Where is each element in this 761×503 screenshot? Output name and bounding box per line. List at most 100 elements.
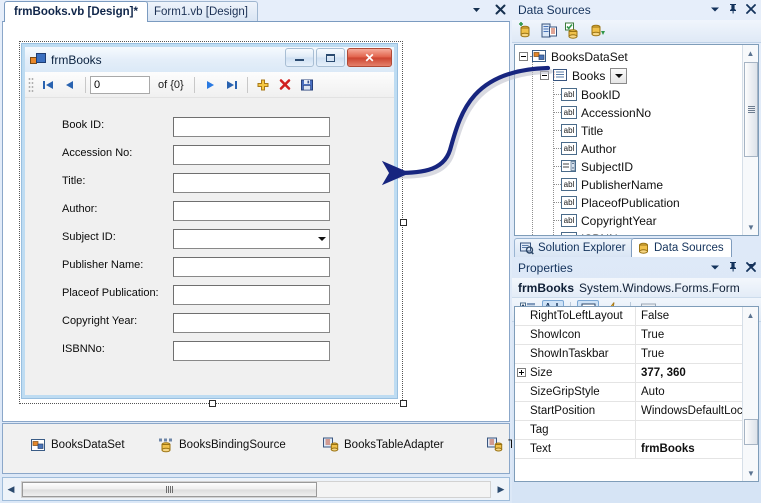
minimize-icon[interactable] [285,48,314,67]
property-row[interactable]: ShowIcon True [515,325,758,345]
property-value[interactable]: frmBooks [635,439,758,459]
property-value[interactable]: Auto [635,382,758,402]
properties-grid[interactable]: RightToLeftLayout False ShowIcon True Sh… [514,306,759,482]
tree-node-copyrightyear[interactable]: abl CopyrightYear [553,211,657,230]
tab-solution-explorer[interactable]: Solution Explorer [514,238,634,257]
isbnno-input[interactable] [173,341,330,361]
chevron-down-icon[interactable] [318,237,326,241]
collapse-expander[interactable] [519,52,528,61]
scroll-down-icon[interactable]: ▼ [743,465,758,481]
tray-item-booksdataset[interactable]: BooksDataSet [30,437,125,453]
tree-node-title[interactable]: abl Title [553,121,603,140]
resize-handle-bottom-center[interactable] [209,400,216,407]
scroll-down-icon[interactable]: ▼ [743,219,758,235]
properties-vertical-scrollbar[interactable]: ▲ ▼ [742,307,758,481]
bookid-input[interactable] [173,117,330,137]
property-value[interactable]: True [635,344,758,364]
hscroll-thumb[interactable] [22,481,317,497]
chevron-down-icon[interactable] [710,4,720,17]
tree-node-isbnno[interactable]: abl ISBNNo [561,229,624,235]
property-value[interactable]: True [635,325,758,345]
tab-data-sources[interactable]: Data Sources [631,238,732,257]
property-value[interactable]: 377, 360 [635,363,758,383]
move-next-icon[interactable] [199,74,221,96]
tree-node-subjectid[interactable]: SubjectID [553,157,633,176]
properties-object-selector[interactable]: frmBooks System.Windows.Forms.Form [512,264,761,298]
chevron-down-icon[interactable] [610,67,628,84]
tableadapter-icon [487,437,503,453]
chevron-down-icon[interactable] [748,264,756,268]
tray-item-booksbindingsource[interactable]: BooksBindingSource [158,437,286,453]
scroll-thumb[interactable] [744,62,758,157]
subjectid-combobox[interactable] [173,229,330,249]
scroll-up-icon[interactable]: ▲ [743,307,758,323]
table-icon [552,68,568,84]
tab-form1-design[interactable]: Form1.vb [Design] [144,1,258,21]
add-new-data-source-icon[interactable] [516,21,536,41]
designer-horizontal-scrollbar[interactable]: ◀ ▶ [2,477,510,501]
data-sources-tree[interactable]: BooksDataSet Books abl BookID abl Access… [514,44,759,236]
arrow-left-icon[interactable]: ◀ [3,481,19,497]
tab-frmbooks-design[interactable]: frmBooks.vb [Design]* [4,1,148,22]
data-sources-vertical-scrollbar[interactable]: ▲ ▼ [742,45,758,235]
tree-node-booksdataset[interactable]: BooksDataSet [519,47,628,66]
row-expander-icon[interactable] [515,367,528,379]
delete-icon[interactable] [274,74,296,96]
publishername-input[interactable] [173,257,330,277]
add-icon[interactable] [252,74,274,96]
placeofpublication-input[interactable] [173,285,330,305]
configure-datasource-icon[interactable] [564,22,584,41]
author-input[interactable] [173,201,330,221]
toolbar-grip[interactable] [28,76,34,93]
designed-form[interactable]: frmBooks ✕ 0 of {0} Book ID: Accession N… [21,43,398,399]
property-value[interactable]: WindowsDefaultLoc [635,401,758,421]
arrow-right-icon[interactable]: ▶ [493,481,509,497]
property-value[interactable]: False [635,307,758,326]
collapse-expander[interactable] [540,71,549,80]
close-icon[interactable]: ✕ [347,48,392,67]
refresh-icon[interactable] [588,22,608,41]
property-row[interactable]: ShowInTaskbar True [515,344,758,364]
resize-handle-middle-right[interactable] [400,219,407,226]
accessionno-input[interactable] [173,145,330,165]
property-row[interactable]: Tag [515,420,758,440]
property-row[interactable]: Text frmBooks [515,439,758,459]
tray-item-bookstableadapter[interactable]: BooksTableAdapter [323,437,444,453]
property-row[interactable]: Size 377, 360 [515,363,758,383]
tree-node-publishername[interactable]: abl PublisherName [553,175,663,194]
navigator-position-input[interactable]: 0 [90,75,150,94]
tree-node-author[interactable]: abl Author [553,139,616,158]
title-input[interactable] [173,173,330,193]
form-selection-wrapper[interactable]: frmBooks ✕ 0 of {0} Book ID: Accession N… [19,41,407,407]
binding-navigator-toolbar: 0 of {0} [25,72,394,98]
save-icon[interactable] [296,74,318,96]
pin-icon[interactable] [728,261,738,275]
pin-icon[interactable] [728,3,738,17]
tree-node-books[interactable]: Books [540,66,628,85]
move-last-icon[interactable] [221,74,243,96]
chevron-down-icon[interactable] [469,2,484,17]
edit-dataset-with-designer-icon[interactable] [540,22,560,41]
scroll-thumb[interactable] [744,419,758,445]
maximize-icon[interactable] [316,48,345,67]
move-first-icon[interactable] [37,74,59,96]
component-tray[interactable]: BooksDataSet BooksBindingSource BooksTab… [2,423,520,474]
close-icon[interactable] [746,3,756,17]
scroll-up-icon[interactable]: ▲ [743,45,758,61]
resize-handle-bottom-right[interactable] [400,400,407,407]
hscroll-track[interactable] [21,480,491,498]
chevron-down-icon[interactable] [710,262,720,275]
thumb-grip [747,106,755,113]
property-value[interactable] [635,420,758,440]
copyrightyear-input[interactable] [173,313,330,333]
property-row[interactable]: RightToLeftLayout False [515,307,758,326]
move-previous-icon[interactable] [59,74,81,96]
tree-node-placeofpublication[interactable]: abl PlaceofPublication [553,193,680,212]
tree-node-accessionno[interactable]: abl AccessionNo [553,103,651,122]
textbox-control-icon: abl [561,232,577,235]
form-designer-surface[interactable]: frmBooks ✕ 0 of {0} Book ID: Accession N… [2,21,510,422]
close-icon[interactable] [493,2,508,17]
property-row[interactable]: StartPosition WindowsDefaultLoc [515,401,758,421]
tree-node-bookid[interactable]: abl BookID [553,85,620,104]
property-row[interactable]: SizeGripStyle Auto [515,382,758,402]
